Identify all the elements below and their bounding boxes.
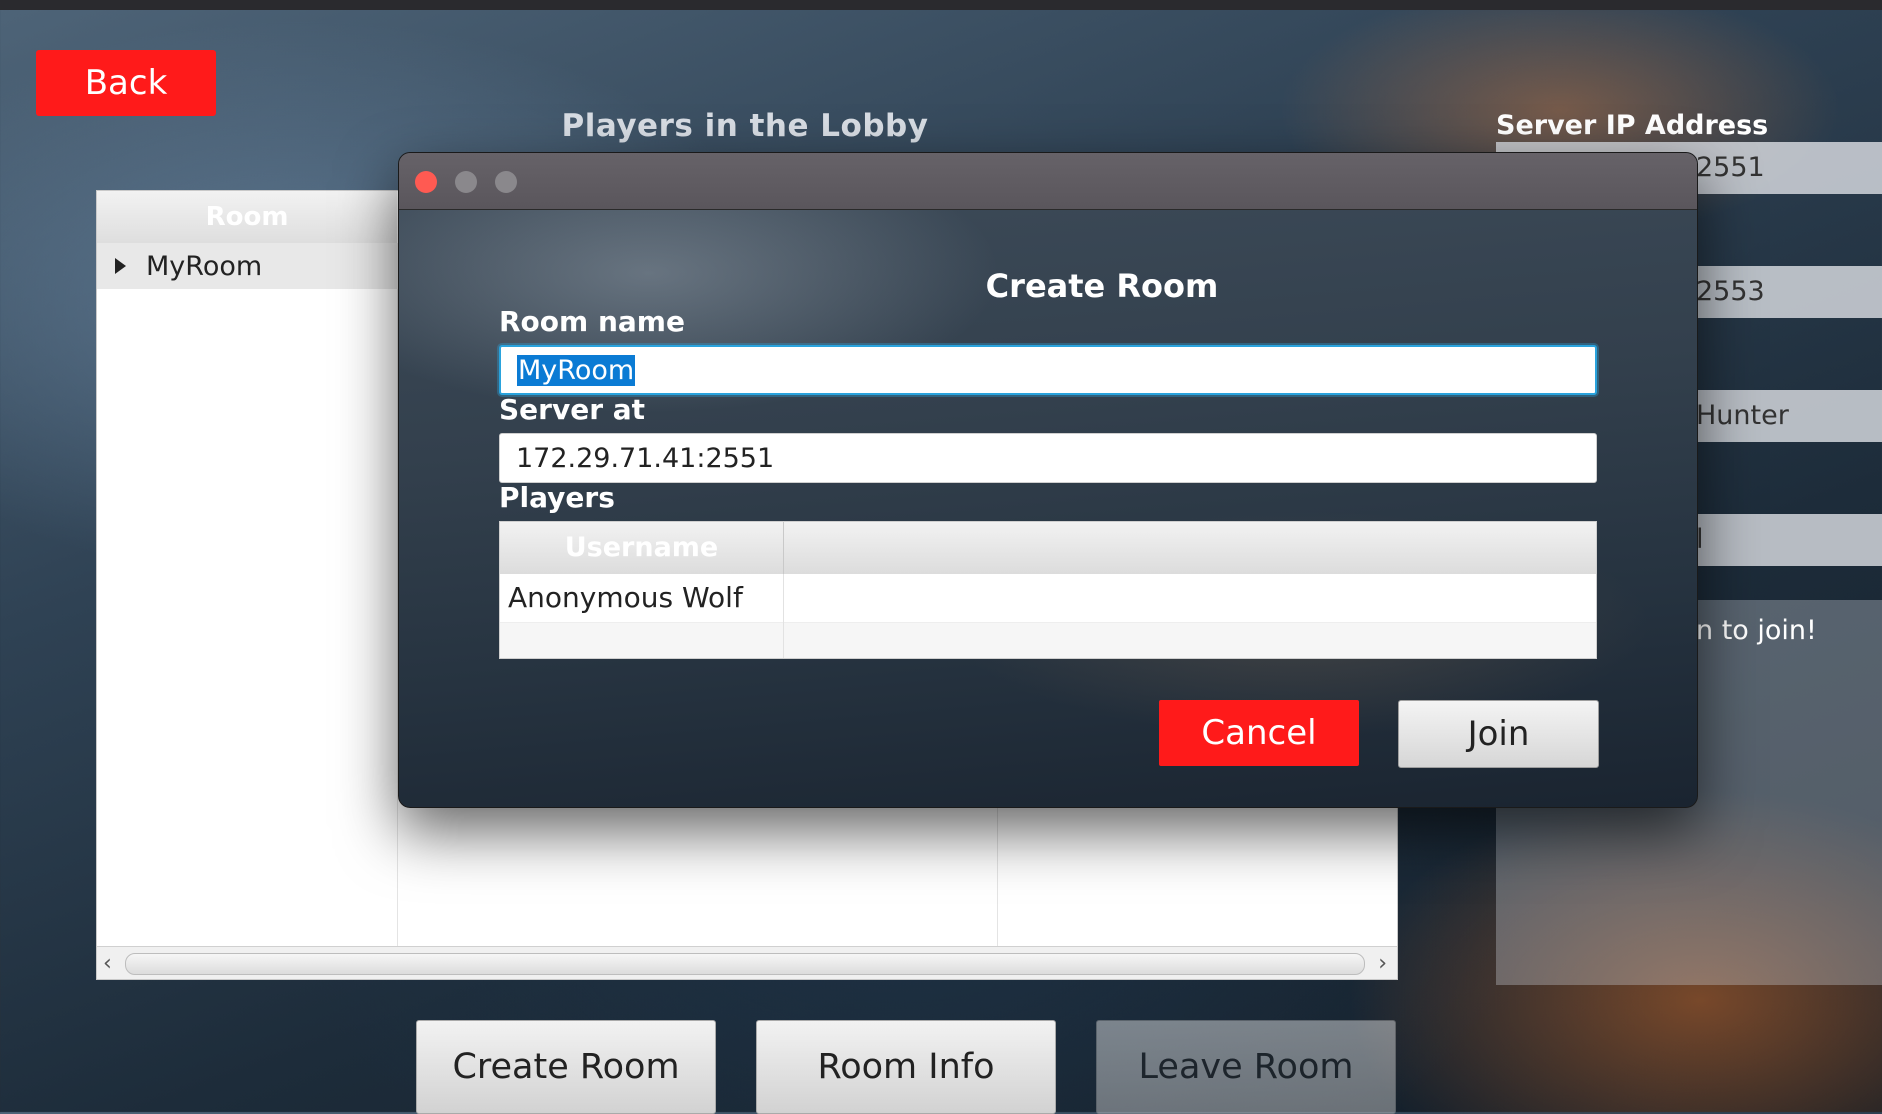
server-at-label: Server at — [499, 393, 646, 426]
table-row[interactable]: Anonymous Wolf — [500, 574, 1596, 623]
minimize-window-icon[interactable] — [455, 171, 477, 193]
room-name: MyRoom — [146, 250, 263, 282]
create-room-dialog: Create Room Room name MyRoom Server at 1… — [398, 152, 1698, 808]
dialog-heading: Create Room — [985, 267, 1219, 305]
column-divider — [783, 574, 784, 658]
join-hint-text: n to join! — [1696, 615, 1817, 646]
room-name-value: MyRoom — [517, 354, 636, 386]
server-address-input[interactable]: 172.29.71.41:2551 — [499, 433, 1597, 483]
scroll-right-icon[interactable]: › — [1378, 951, 1387, 976]
server-ip-label: Server IP Address — [1496, 110, 1769, 141]
players-table[interactable]: Username Anonymous Wolf — [499, 521, 1597, 659]
player-username: Anonymous Wolf — [508, 581, 743, 614]
lobby-title: Players in the Lobby — [561, 108, 929, 144]
scroll-left-icon[interactable]: ‹ — [103, 951, 112, 976]
server-address-value: 172.29.71.41:2551 — [516, 442, 775, 474]
window-top-edge — [0, 0, 1882, 10]
close-window-icon[interactable] — [415, 171, 437, 193]
horizontal-scrollbar[interactable]: ‹ › — [97, 946, 1397, 979]
expand-arrow-icon[interactable] — [115, 258, 126, 274]
empty-column-header[interactable] — [784, 522, 1596, 575]
room-name-label: Room name — [499, 305, 685, 338]
room-name-input[interactable]: MyRoom — [499, 345, 1597, 395]
players-label: Players — [499, 481, 615, 514]
create-room-button[interactable]: Create Room — [416, 1020, 716, 1114]
back-button[interactable]: Back — [36, 50, 216, 116]
cancel-button[interactable]: Cancel — [1159, 700, 1359, 766]
leave-room-button: Leave Room — [1096, 1020, 1396, 1114]
room-info-button[interactable]: Room Info — [756, 1020, 1056, 1114]
username-column-header[interactable]: Username — [500, 522, 784, 575]
scrollbar-thumb[interactable] — [125, 953, 1365, 975]
table-row-empty — [500, 623, 1596, 658]
join-button[interactable]: Join — [1398, 700, 1599, 768]
maximize-window-icon[interactable] — [495, 171, 517, 193]
room-column-header[interactable]: Room — [97, 191, 397, 244]
dialog-titlebar[interactable] — [399, 153, 1697, 210]
